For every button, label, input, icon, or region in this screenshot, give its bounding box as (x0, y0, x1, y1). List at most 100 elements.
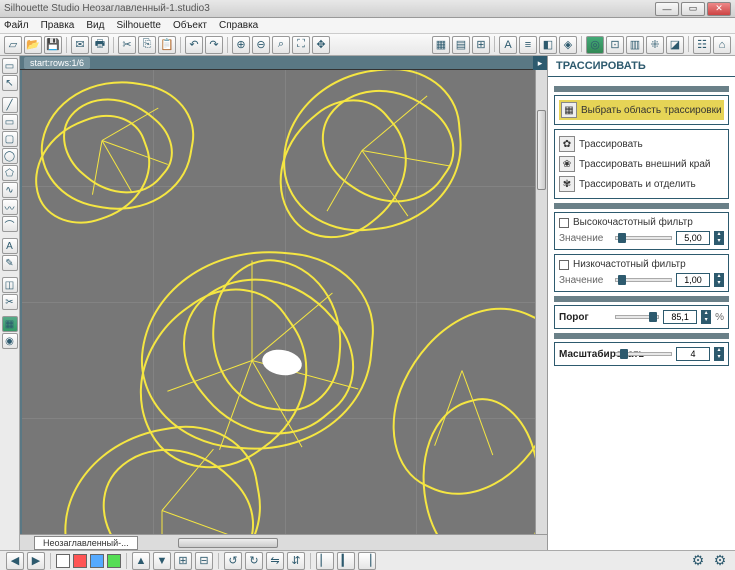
bring-front-icon[interactable]: ▲ (132, 552, 150, 570)
ruler-corner-icon[interactable]: ▸ (533, 56, 547, 70)
rounded-rect-icon[interactable]: ▢ (2, 131, 18, 147)
edit-points-icon[interactable]: ↖ (2, 75, 18, 91)
curve-tool-icon[interactable]: ∿ (2, 182, 18, 198)
menu-object[interactable]: Объект (173, 20, 207, 31)
store-icon[interactable]: ⌂ (713, 36, 731, 54)
print-icon[interactable]: 🖶 (91, 36, 109, 54)
arrow-right-icon[interactable]: ▶ (27, 552, 45, 570)
redo-icon[interactable]: ↷ (205, 36, 223, 54)
threshold-spinner[interactable]: ▴▾ (701, 310, 711, 324)
preferences-icon[interactable]: ⚙ (711, 552, 729, 570)
note-tool-icon[interactable]: ✎ (2, 255, 18, 271)
trace-panel-icon[interactable]: ◎ (586, 36, 604, 54)
settings-icon[interactable]: ⚙ (689, 552, 707, 570)
lp-value-input[interactable] (676, 273, 710, 287)
zoom-fit-icon[interactable]: ⛶ (292, 36, 310, 54)
send-icon[interactable]: ✉ (71, 36, 89, 54)
polygon-tool-icon[interactable]: ⬠ (2, 165, 18, 181)
lp-slider[interactable] (615, 278, 672, 282)
send-back-icon[interactable]: ▼ (153, 552, 171, 570)
rotate-right-icon[interactable]: ↻ (245, 552, 263, 570)
maximize-button[interactable]: ▭ (681, 2, 705, 16)
rectangle-tool-icon[interactable]: ▭ (2, 114, 18, 130)
cut-style-icon[interactable]: ◈ (559, 36, 577, 54)
group-icon[interactable]: ⊞ (174, 552, 192, 570)
color-blue-swatch[interactable] (90, 554, 104, 568)
scrollbar-thumb-h[interactable] (178, 538, 278, 548)
modify-icon[interactable]: ◪ (666, 36, 684, 54)
store-tool-icon[interactable]: ◉ (2, 333, 18, 349)
ungroup-icon[interactable]: ⊟ (195, 552, 213, 570)
text-style-icon[interactable]: A (499, 36, 517, 54)
scale-spinner[interactable]: ▴▾ (714, 347, 724, 361)
pan-icon[interactable]: ✥ (312, 36, 330, 54)
zoom-in-icon[interactable]: ⊕ (232, 36, 250, 54)
trace-outer-button[interactable]: ❀ Трассировать внешний край (559, 154, 724, 174)
arrow-left-icon[interactable]: ◀ (6, 552, 24, 570)
copy-icon[interactable]: ⎘ (138, 36, 156, 54)
library-icon[interactable]: ☷ (693, 36, 711, 54)
threshold-slider[interactable] (615, 315, 659, 319)
menu-file[interactable]: Файл (4, 20, 29, 31)
select-trace-area-button[interactable]: ▦ Выбрать область трассировки (559, 100, 724, 120)
trace-detach-button[interactable]: ✾ Трассировать и отделить (559, 174, 724, 194)
grid-icon[interactable]: ▤ (452, 36, 470, 54)
offset-icon[interactable]: ⊡ (606, 36, 624, 54)
select-area-group: ▦ Выбрать область трассировки (554, 95, 729, 125)
line-tool-icon[interactable]: ╱ (2, 97, 18, 113)
align-left-icon[interactable]: ▏ (316, 552, 334, 570)
menu-edit[interactable]: Правка (41, 20, 75, 31)
design-canvas[interactable] (22, 70, 547, 534)
lp-spinner[interactable]: ▴▾ (714, 273, 724, 287)
zoom-out-icon[interactable]: ⊖ (252, 36, 270, 54)
line-style-icon[interactable]: ≡ (519, 36, 537, 54)
document-tab[interactable]: Неозаглавленный-... (34, 536, 138, 550)
freehand-tool-icon[interactable]: 〰 (2, 199, 18, 215)
scrollbar-vertical[interactable] (535, 70, 547, 534)
align-center-icon[interactable]: ▎ (337, 552, 355, 570)
paste-icon[interactable]: 📋 (158, 36, 176, 54)
page-setup-icon[interactable]: ▦ (432, 36, 450, 54)
scale-input[interactable] (676, 347, 710, 361)
arc-tool-icon[interactable]: ⌒ (2, 216, 18, 232)
zoom-select-icon[interactable]: ⌕ (272, 36, 290, 54)
align-right-icon[interactable]: ▕ (358, 552, 376, 570)
mirror-h-icon[interactable]: ⇋ (266, 552, 284, 570)
hp-slider[interactable] (615, 236, 672, 240)
trace-button[interactable]: ✿ Трассировать (559, 134, 724, 154)
fill-icon[interactable]: ◧ (539, 36, 557, 54)
select-tool-icon[interactable]: ▭ (2, 58, 18, 74)
threshold-input[interactable] (663, 310, 697, 324)
save-icon[interactable]: 💾 (44, 36, 62, 54)
menu-view[interactable]: Вид (86, 20, 104, 31)
registration-icon[interactable]: ⊞ (472, 36, 490, 54)
knife-tool-icon[interactable]: ✂ (2, 294, 18, 310)
scale-slider[interactable] (615, 352, 672, 356)
window-controls: — ▭ ✕ (655, 2, 731, 16)
minimize-button[interactable]: — (655, 2, 679, 16)
undo-icon[interactable]: ↶ (185, 36, 203, 54)
close-button[interactable]: ✕ (707, 2, 731, 16)
hp-spinner[interactable]: ▴▾ (714, 231, 724, 245)
menu-help[interactable]: Справка (219, 20, 258, 31)
rotate-left-icon[interactable]: ↺ (224, 552, 242, 570)
text-tool-icon[interactable]: A (2, 238, 18, 254)
scrollbar-thumb-v[interactable] (537, 110, 546, 190)
eraser-tool-icon[interactable]: ◫ (2, 277, 18, 293)
color-red-swatch[interactable] (73, 554, 87, 568)
ellipse-tool-icon[interactable]: ◯ (2, 148, 18, 164)
mirror-v-icon[interactable]: ⇵ (287, 552, 305, 570)
highpass-checkbox[interactable] (559, 218, 569, 228)
cut-icon[interactable]: ✂ (118, 36, 136, 54)
library-tool-icon[interactable]: ▦ (2, 316, 18, 332)
fill-swatch[interactable] (56, 554, 70, 568)
lowpass-checkbox[interactable] (559, 260, 569, 270)
open-icon[interactable]: 📂 (24, 36, 42, 54)
hp-value-input[interactable] (676, 231, 710, 245)
select-area-label: Выбрать область трассировки (581, 105, 722, 116)
new-icon[interactable]: ▱ (4, 36, 22, 54)
replicate-icon[interactable]: ⁜ (646, 36, 664, 54)
color-green-swatch[interactable] (107, 554, 121, 568)
menu-silhouette[interactable]: Silhouette (116, 20, 160, 31)
align-icon[interactable]: ▥ (626, 36, 644, 54)
